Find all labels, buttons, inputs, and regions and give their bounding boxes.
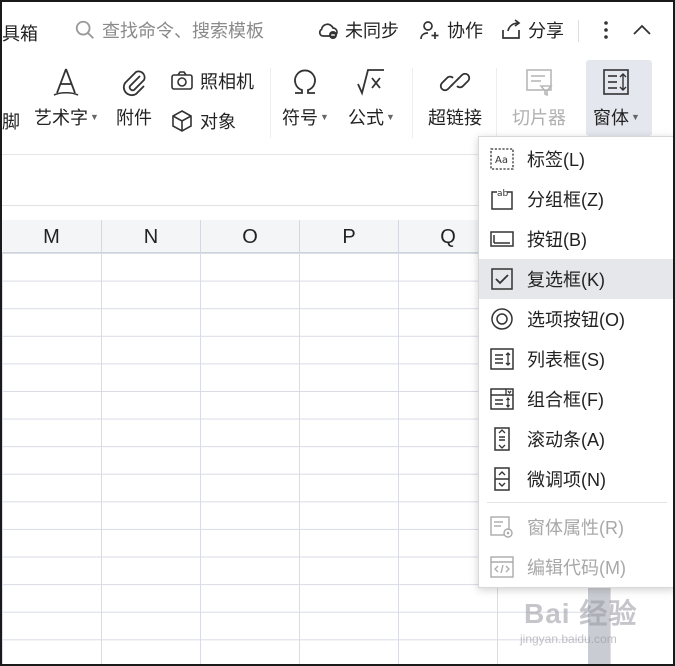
svg-text:Aa: Aa — [495, 155, 508, 166]
share-icon — [502, 19, 521, 39]
share-label: 分享 — [528, 21, 564, 41]
toolbar-divider — [578, 20, 579, 42]
form-controls-menu: Aa 标签(L) ab 分组框(Z) 按钮(B) 复选框(K) 选项按钮(O) … — [478, 136, 673, 588]
column-header-o[interactable]: O — [201, 220, 300, 252]
form-properties-icon — [489, 514, 515, 540]
collaborate-label: 协作 — [447, 21, 483, 41]
header-footer-button[interactable]: 脚 — [2, 108, 20, 134]
wordart-button[interactable]: 艺术字 ▼ — [34, 64, 99, 130]
menu-item-scrollbar[interactable]: 滚动条(A) — [479, 419, 673, 459]
top-bar: 具箱 查找命令、搜索模板 未同步 协作 分享 — [2, 2, 673, 58]
header-footer-label: 脚 — [2, 112, 20, 132]
hyperlink-button[interactable]: 超链接 — [428, 64, 482, 130]
camera-label: 照相机 — [200, 72, 254, 92]
spinner-icon — [489, 466, 515, 492]
wordart-icon — [48, 64, 84, 100]
menu-item-button[interactable]: 按钮(B) — [479, 219, 673, 259]
slicer-label: 切片器 — [512, 108, 566, 128]
link-icon — [437, 64, 473, 100]
collaborate-button[interactable]: 协作 — [418, 16, 483, 44]
slicer-button[interactable]: 切片器 — [512, 64, 566, 130]
wordart-label: 艺术字 — [34, 108, 88, 128]
form-controls-icon — [598, 64, 634, 100]
menu-item-checkbox[interactable]: 复选框(K) — [479, 259, 673, 299]
scrollbar-icon — [489, 426, 515, 452]
search-placeholder: 查找命令、搜索模板 — [102, 21, 264, 41]
omega-icon — [287, 64, 323, 100]
camera-button[interactable]: 照相机 — [170, 68, 254, 94]
chevron-down-icon: ▼ — [90, 112, 99, 122]
chevron-down-icon: ▼ — [320, 112, 329, 122]
app-window: 具箱 查找命令、搜索模板 未同步 协作 分享 脚 艺术字 ▼ 附件 照相机 对象… — [0, 0, 675, 666]
formula-button[interactable]: 公式 ▼ — [348, 64, 395, 130]
formula-icon — [353, 64, 389, 100]
search-icon — [75, 20, 94, 39]
hyperlink-label: 超链接 — [428, 108, 482, 128]
sync-button[interactable]: 未同步 — [316, 16, 399, 44]
formula-label: 公式 — [348, 108, 384, 128]
share-button[interactable]: 分享 — [499, 16, 564, 44]
menu-item-edit-code[interactable]: 编辑代码(M) — [479, 547, 673, 587]
menu-item-combo-box[interactable]: 组合框(F) — [479, 379, 673, 419]
menu-item-spinner[interactable]: 微调项(N) — [479, 459, 673, 499]
menu-item-radio-button[interactable]: 选项按钮(O) — [479, 299, 673, 339]
sync-label: 未同步 — [345, 21, 399, 41]
chevron-down-icon: ▼ — [631, 112, 640, 122]
menu-item-list-box[interactable]: 列表框(S) — [479, 339, 673, 379]
search-box[interactable]: 查找命令、搜索模板 — [74, 16, 264, 44]
column-header-n[interactable]: N — [102, 220, 201, 252]
column-header-m[interactable]: M — [2, 220, 102, 252]
toolbox-label[interactable]: 具箱 — [2, 20, 38, 46]
attachment-button[interactable]: 附件 — [116, 64, 152, 130]
symbol-label: 符号 — [282, 108, 318, 128]
object-button[interactable]: 对象 — [170, 108, 236, 134]
user-add-icon — [420, 21, 439, 40]
more-vertical-icon — [604, 21, 608, 39]
menu-separator — [487, 502, 667, 503]
chevron-up-icon — [633, 24, 651, 35]
column-header-p[interactable]: P — [300, 220, 399, 252]
checkbox-icon — [489, 266, 515, 292]
menu-item-label[interactable]: Aa 标签(L) — [479, 139, 673, 179]
button-icon — [489, 226, 515, 252]
list-box-icon — [489, 346, 515, 372]
more-options-button[interactable] — [594, 16, 618, 44]
ribbon-divider — [270, 68, 271, 138]
collapse-ribbon-button[interactable] — [630, 16, 654, 44]
symbol-button[interactable]: 符号 ▼ — [282, 64, 329, 130]
ribbon-divider — [496, 68, 497, 138]
ribbon-divider — [412, 68, 413, 138]
edit-code-icon — [489, 554, 515, 580]
chevron-down-icon: ▼ — [386, 112, 395, 122]
cloud-sync-icon — [318, 23, 338, 39]
group-box-icon: ab — [489, 186, 515, 212]
combo-box-icon — [489, 386, 515, 412]
attachment-label: 附件 — [116, 108, 152, 128]
window-form-button-content[interactable]: 窗体 ▼ — [593, 64, 640, 130]
radio-button-icon — [489, 306, 515, 332]
slicer-icon — [521, 64, 557, 100]
label-icon: Aa — [489, 146, 515, 172]
camera-icon — [171, 71, 193, 90]
object-label: 对象 — [200, 112, 236, 132]
menu-item-form-properties[interactable]: 窗体属性(R) — [479, 507, 673, 547]
paperclip-icon — [116, 64, 152, 100]
cube-icon — [172, 110, 192, 132]
svg-text:ab: ab — [497, 189, 509, 199]
menu-item-group-box[interactable]: ab 分组框(Z) — [479, 179, 673, 219]
window-form-label: 窗体 — [593, 108, 629, 128]
